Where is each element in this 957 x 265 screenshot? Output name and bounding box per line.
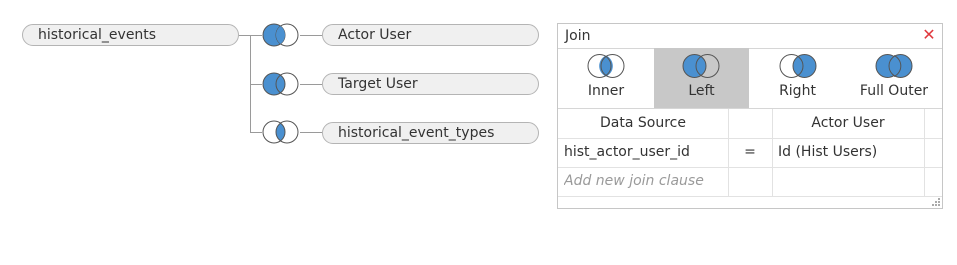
join-clause-operator[interactable]: = — [728, 138, 772, 167]
join-clause-right-field[interactable]: Id (Hist Users) — [778, 138, 924, 167]
add-join-clause[interactable]: Add new join clause — [564, 167, 724, 196]
joined-table-pill[interactable]: Target User — [322, 73, 539, 95]
table-row-divider — [558, 167, 942, 168]
table-row-divider — [558, 196, 942, 197]
left-table-label: historical_events — [38, 27, 157, 43]
join-panel-header: Join ✕ — [558, 24, 942, 49]
resize-grip-icon[interactable] — [932, 198, 940, 206]
join-type-selector: Inner Left Right Full Outer — [558, 48, 942, 109]
full-outer-join-icon — [875, 54, 913, 78]
join-panel-title: Join — [565, 28, 591, 44]
left-join-icon — [682, 54, 720, 78]
connector-line — [300, 132, 322, 133]
connector-line — [300, 84, 322, 85]
right-join-icon — [779, 54, 817, 78]
joined-table-pill[interactable]: Actor User — [322, 24, 539, 46]
column-header-right: Actor User — [811, 115, 885, 131]
table-column-divider — [924, 109, 925, 196]
column-header-left: Data Source — [600, 115, 686, 131]
joined-table-label: Target User — [338, 76, 418, 92]
table-column-divider — [728, 109, 729, 196]
connector-line — [300, 35, 322, 36]
inner-join-icon — [587, 54, 625, 78]
join-type-right[interactable]: Right — [749, 48, 846, 108]
connector-line — [250, 84, 262, 85]
join-type-label: Left — [688, 83, 715, 99]
joined-table-label: Actor User — [338, 27, 412, 43]
left-table-pill[interactable]: historical_events — [22, 24, 239, 46]
join-type-label: Right — [779, 83, 816, 99]
left-join-icon[interactable] — [262, 23, 300, 47]
joined-table-label: historical_event_types — [338, 125, 495, 141]
close-icon[interactable]: ✕ — [920, 25, 938, 45]
joined-table-pill[interactable]: historical_event_types — [322, 122, 539, 144]
join-type-inner[interactable]: Inner — [558, 48, 654, 108]
join-type-full-outer[interactable]: Full Outer — [846, 48, 942, 108]
table-column-divider — [772, 109, 773, 196]
join-clause-left-field[interactable]: hist_actor_user_id — [564, 138, 724, 167]
join-panel: Join ✕ Inner Left Right Full Outer Data … — [557, 23, 943, 209]
join-type-left[interactable]: Left — [654, 48, 749, 108]
inner-join-icon[interactable] — [262, 120, 300, 144]
table-row-divider — [558, 138, 942, 139]
join-type-label: Full Outer — [859, 83, 929, 99]
join-type-label: Inner — [587, 83, 625, 99]
connector-line — [250, 132, 262, 133]
left-join-icon[interactable] — [262, 72, 300, 96]
